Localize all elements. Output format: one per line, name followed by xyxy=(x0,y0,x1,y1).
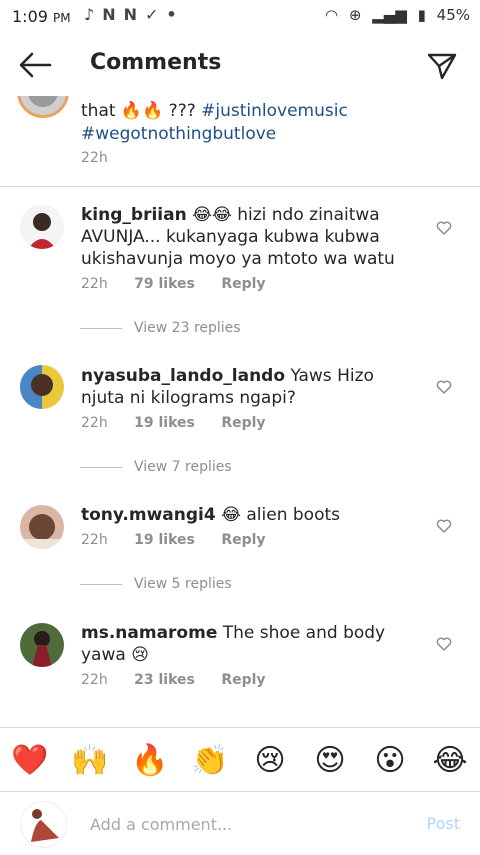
comment-body: nyasuba_lando_lando Yaws Hizo njuta ni k… xyxy=(81,365,421,409)
likes-count[interactable]: 19 likes xyxy=(134,532,195,548)
caption-text-prefix: that 🔥🔥 ??? xyxy=(81,101,202,121)
comment-meta: 22h 79 likes Reply xyxy=(81,276,266,292)
emoji-bar: ❤️ 🙌 🔥 👏 😢 😍 😮 😂 xyxy=(0,727,480,792)
data-saver-icon: ⊕ xyxy=(348,6,362,24)
comment-time: 22h xyxy=(81,532,108,548)
view-replies[interactable]: View 23 replies xyxy=(80,320,241,336)
avatar[interactable] xyxy=(20,365,64,409)
caption-text: that 🔥🔥 ??? #justinlovemusic #wegotnothi… xyxy=(81,100,461,146)
send-icon[interactable] xyxy=(426,50,458,82)
comment-meta: 22h 19 likes Reply xyxy=(81,415,266,431)
heart-icon[interactable] xyxy=(436,518,452,534)
avatar[interactable] xyxy=(20,205,64,249)
comment-input[interactable] xyxy=(88,810,392,838)
laughing-face-emoji-button[interactable]: 😂 xyxy=(431,742,469,780)
surprised-face-emoji-button[interactable]: 😮 xyxy=(371,742,409,780)
likes-count[interactable]: 23 likes xyxy=(134,672,195,688)
signal-icon: ▂▄▆ xyxy=(372,6,407,24)
avatar[interactable] xyxy=(20,505,64,549)
view-replies-label: View 7 replies xyxy=(134,459,232,475)
music-note-icon: ♪ xyxy=(84,5,103,24)
reply-button[interactable]: Reply xyxy=(221,276,265,292)
divider xyxy=(80,583,122,585)
status-time: 1:09 PM xyxy=(12,7,71,26)
caption-timestamp: 22h xyxy=(81,150,108,166)
view-replies-label: View 23 replies xyxy=(134,320,241,336)
divider xyxy=(80,327,122,329)
comment-time: 22h xyxy=(81,276,108,292)
reply-button[interactable]: Reply xyxy=(221,672,265,688)
likes-count[interactable]: 79 likes xyxy=(134,276,195,292)
hashtag-link[interactable]: #wegotnothingbutlove xyxy=(81,124,276,144)
fire-emoji-button[interactable]: 🔥 xyxy=(131,742,169,780)
reply-button[interactable]: Reply xyxy=(221,532,265,548)
notification-icons: ♪NN✓• xyxy=(84,5,185,24)
heart-icon[interactable] xyxy=(436,636,452,652)
view-replies[interactable]: View 7 replies xyxy=(80,459,232,475)
headphones-icon: ◠ xyxy=(324,6,339,24)
heart-emoji-button[interactable]: ❤️ xyxy=(11,742,49,780)
status-time-value: 1:09 xyxy=(12,7,48,26)
comment-time: 22h xyxy=(81,415,108,431)
comment-body: king_briian 😂😂 hizi ndo zinaitwa AVUNJA.… xyxy=(81,204,421,270)
view-replies[interactable]: View 5 replies xyxy=(80,576,232,592)
status-bar: 1:09 PM ♪NN✓• ◠ ⊕ ▂▄▆ ▮ 45% xyxy=(0,0,480,34)
battery-percent: 45% xyxy=(436,6,470,24)
crying-face-emoji-button[interactable]: 😢 xyxy=(251,742,289,780)
comment-username[interactable]: nyasuba_lando_lando xyxy=(81,366,285,386)
download-done-icon: ✓ xyxy=(145,5,167,24)
heart-icon[interactable] xyxy=(436,220,452,236)
n-notification-icon: N xyxy=(102,5,124,24)
reply-button[interactable]: Reply xyxy=(221,415,265,431)
heart-icon[interactable] xyxy=(436,379,452,395)
header: Comments xyxy=(0,34,480,96)
comment-text: 😂 alien boots xyxy=(221,505,341,525)
likes-count[interactable]: 19 likes xyxy=(134,415,195,431)
comment-meta: 22h 23 likes Reply xyxy=(81,672,266,688)
comment-meta: 22h 19 likes Reply xyxy=(81,532,266,548)
avatar[interactable] xyxy=(20,623,64,667)
status-right: ◠ ⊕ ▂▄▆ ▮ 45% xyxy=(319,6,470,24)
comment-username[interactable]: king_briian xyxy=(81,205,187,225)
avatar[interactable] xyxy=(17,96,69,118)
comment-body: tony.mwangi4 😂 alien boots xyxy=(81,504,421,526)
raising-hands-emoji-button[interactable]: 🙌 xyxy=(71,742,109,780)
comment-body: ms.namarome The shoe and body yawa 😢 xyxy=(81,622,421,666)
divider xyxy=(80,466,122,468)
dot-icon: • xyxy=(166,5,185,24)
status-time-ampm: PM xyxy=(53,11,71,25)
avatar xyxy=(20,801,67,848)
n-notification-icon: N xyxy=(123,5,145,24)
battery-icon: ▮ xyxy=(417,6,426,24)
comment-time: 22h xyxy=(81,672,108,688)
page-title: Comments xyxy=(90,50,222,75)
view-replies-label: View 5 replies xyxy=(134,576,232,592)
hashtag-link[interactable]: #justinlovemusic xyxy=(201,101,348,121)
comment-input-bar: Post xyxy=(0,791,480,855)
clapping-hands-emoji-button[interactable]: 👏 xyxy=(191,742,229,780)
back-arrow-icon[interactable] xyxy=(18,50,52,80)
heart-eyes-emoji-button[interactable]: 😍 xyxy=(311,742,349,780)
post-caption: that 🔥🔥 ??? #justinlovemusic #wegotnothi… xyxy=(0,96,480,187)
post-button[interactable]: Post xyxy=(427,814,460,833)
comment-username[interactable]: ms.namarome xyxy=(81,623,217,643)
comment-username[interactable]: tony.mwangi4 xyxy=(81,505,216,525)
